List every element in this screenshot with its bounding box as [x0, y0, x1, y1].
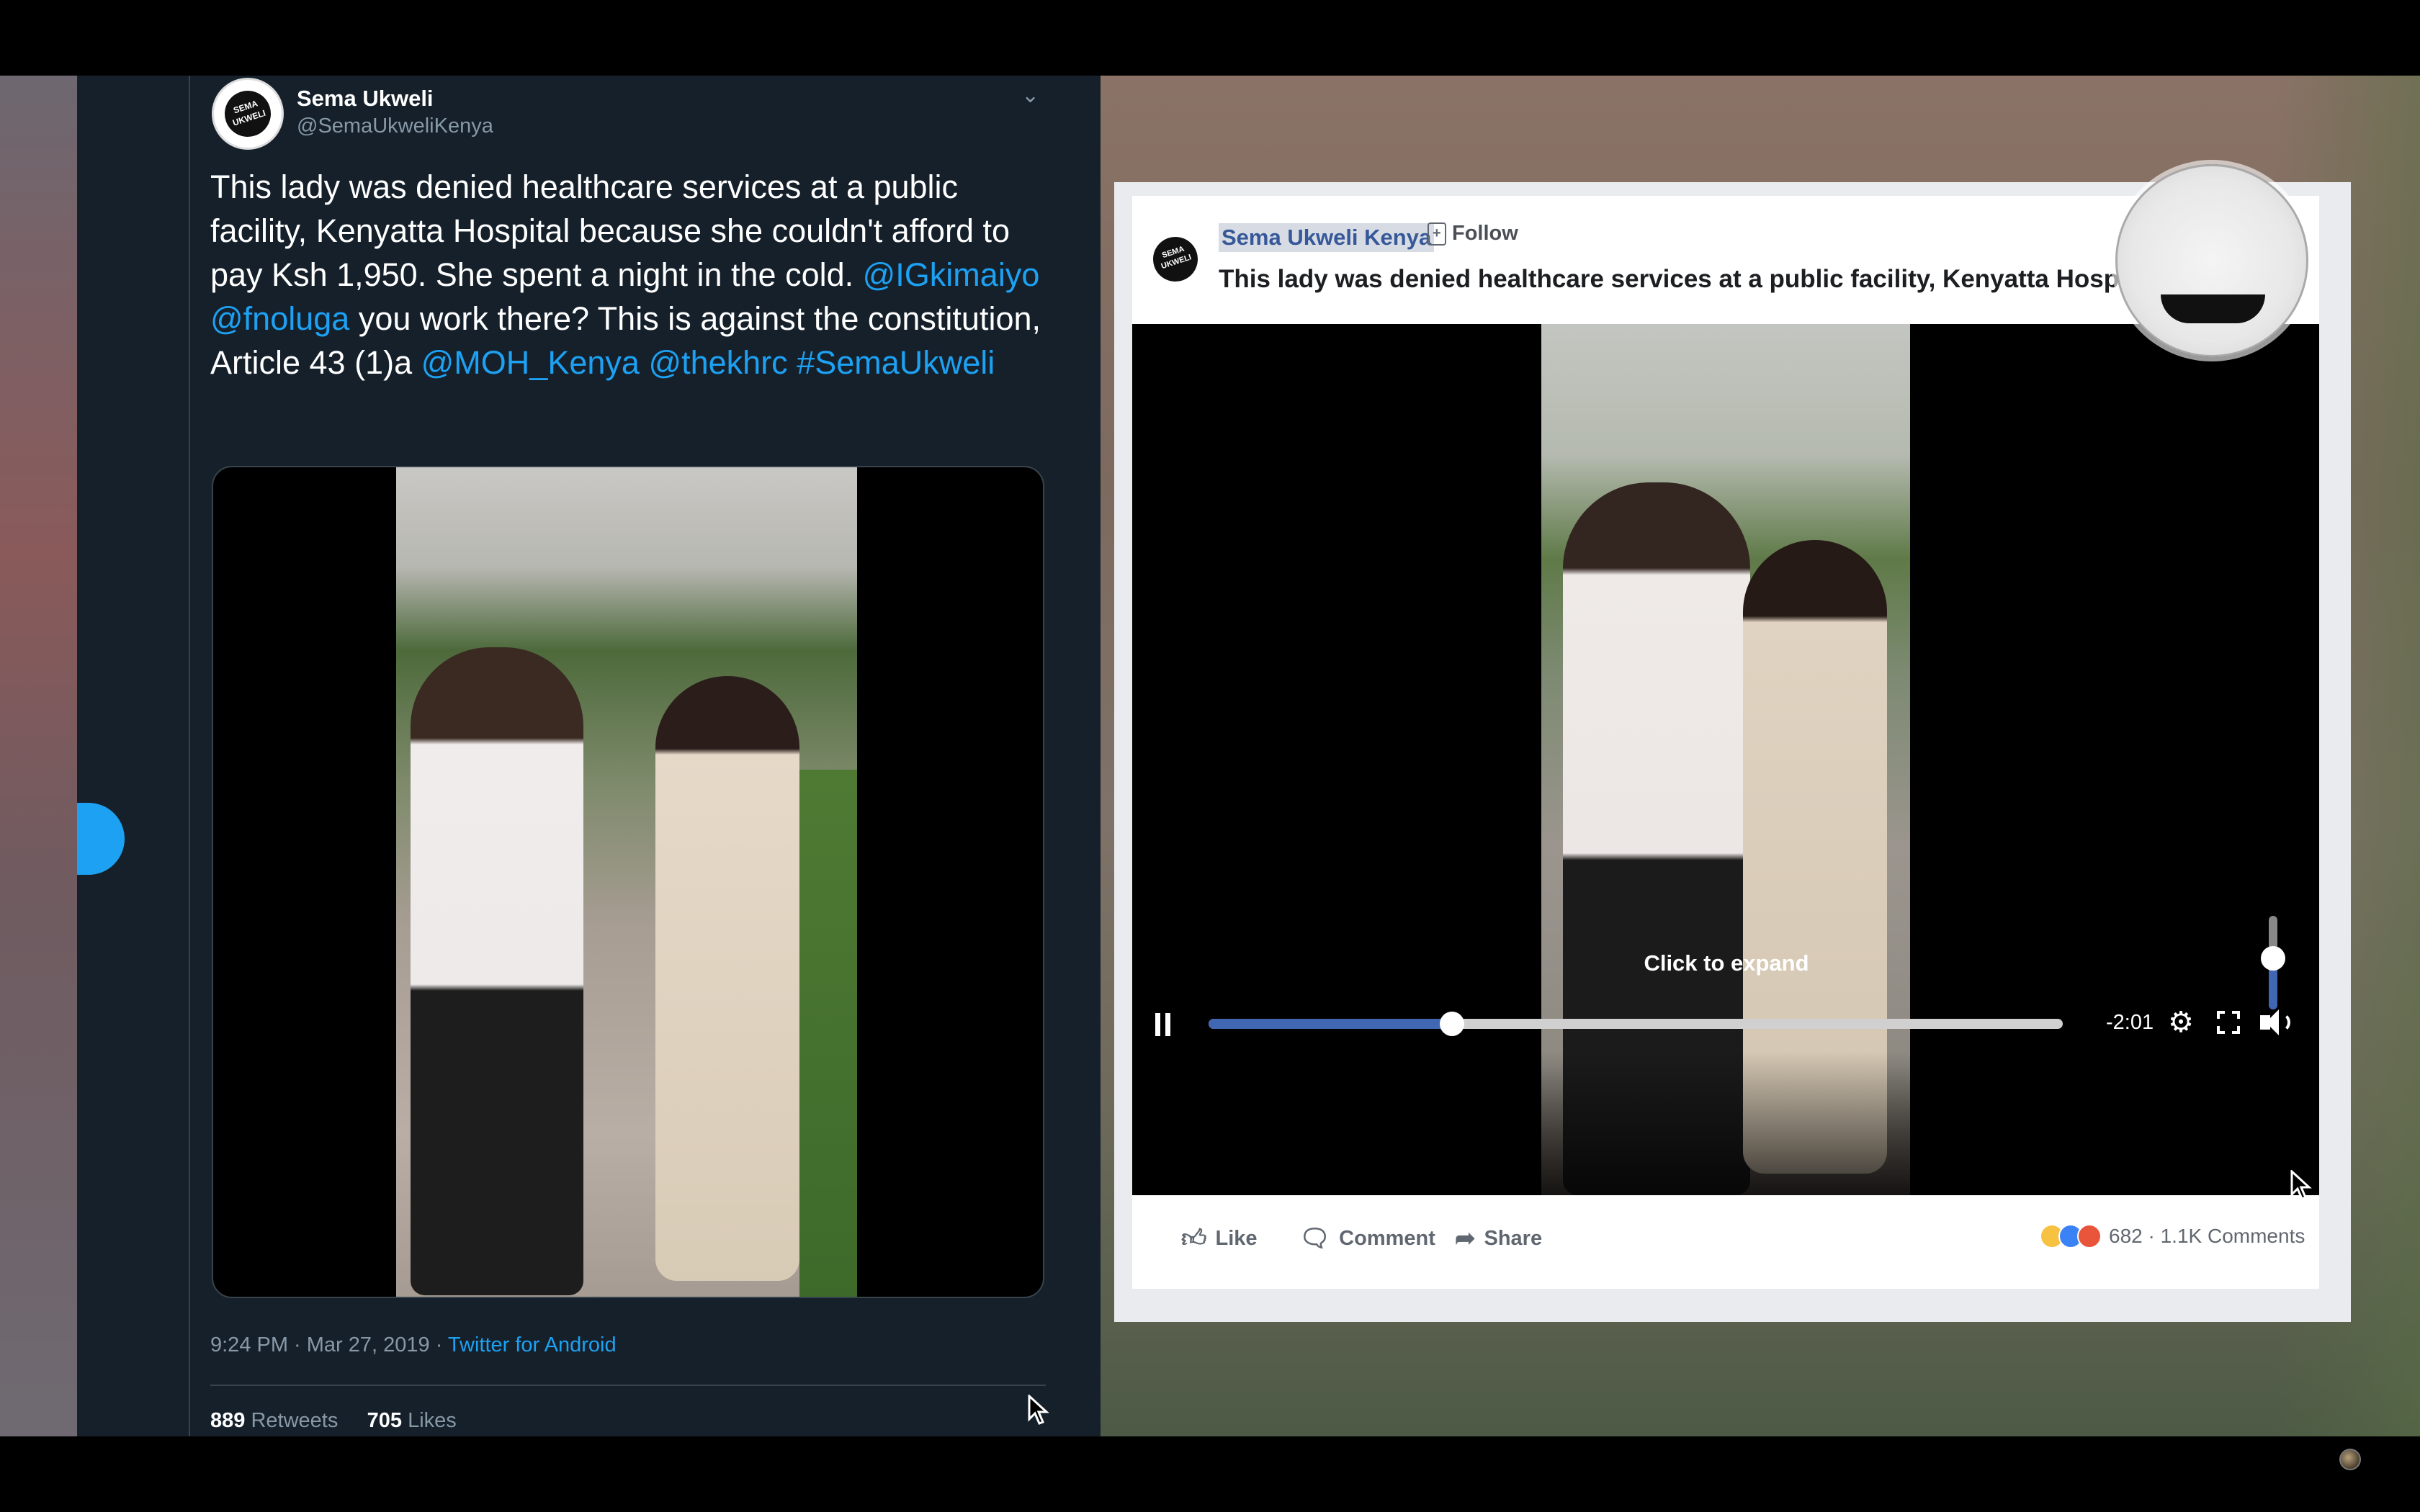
facebook-page-avatar[interactable]: SEMA UKWELI: [1147, 230, 1204, 288]
facebook-video-player[interactable]: Click to expand -2:01 ⚙: [1132, 324, 2319, 1195]
follow-icon: [1428, 222, 1446, 246]
tweet-author-avatar[interactable]: SEMA UKWELI: [212, 78, 284, 150]
follow-label: Follow: [1452, 222, 1518, 245]
retweets-stat[interactable]: 889 Retweets: [210, 1409, 338, 1432]
video-person-left: [411, 647, 583, 1295]
twitter-sidebar: [77, 76, 189, 1436]
tweet-timestamp[interactable]: 9:24 PM · Mar 27, 2019 ·: [210, 1333, 448, 1356]
video-scrubber-handle[interactable]: [1440, 1012, 1464, 1036]
tweet-author-handle[interactable]: @SemaUkweliKenya: [297, 114, 493, 138]
comment-button[interactable]: 🗨︎ Comment: [1299, 1224, 1435, 1253]
video-progress-bar[interactable]: [1209, 1012, 2063, 1036]
tweet-text: This lady was denied healthcare services…: [210, 165, 1046, 384]
chevron-down-icon[interactable]: ⌄: [1021, 83, 1039, 108]
sema-ukweli-logo: SEMA UKWELI: [218, 84, 277, 143]
volume-icon[interactable]: [2260, 1008, 2292, 1037]
tweet-mention-link[interactable]: #SemaUkweli: [797, 344, 995, 381]
bottom-letterbox-bar: [0, 1436, 2420, 1512]
tweet-mention-link[interactable]: @IGkimaiyo: [863, 256, 1040, 293]
tweet-mention-link[interactable]: @thekhrc: [648, 344, 787, 381]
tweet-video-frame: [396, 467, 857, 1297]
gear-icon[interactable]: ⚙: [2166, 1008, 2195, 1037]
fullscreen-icon[interactable]: [2217, 1011, 2240, 1034]
blurred-background-left: [0, 76, 77, 1436]
video-person-right: [655, 676, 799, 1281]
tweet-metadata: 9:24 PM · Mar 27, 2019 · Twitter for And…: [210, 1333, 617, 1357]
tweet-source-link[interactable]: Twitter for Android: [448, 1333, 617, 1356]
tweet-stats: 889 Retweets 705 Likes: [210, 1409, 457, 1433]
post-action-bar: 👍︎ Like 🗨︎ Comment ➦ Share 682 · 1.1K Co…: [1132, 1195, 2319, 1289]
video-progress-fill: [1209, 1019, 1452, 1029]
top-letterbox-bar: [0, 0, 2420, 76]
cursor-highlight-circle: [2115, 164, 2308, 357]
share-icon: ➦: [1455, 1225, 1476, 1252]
share-label: Share: [1484, 1226, 1543, 1250]
like-label: Like: [1215, 1227, 1258, 1250]
tweet-text-segment: [640, 344, 649, 381]
comment-label: Comment: [1339, 1226, 1435, 1250]
facebook-post: SEMA UKWELI Sema Ukweli Kenya · Follow T…: [1132, 164, 2319, 1289]
video-hedge: [799, 770, 857, 1297]
follow-button[interactable]: Follow: [1428, 222, 1518, 246]
tweet-text-segment: [788, 344, 797, 381]
reactions-summary[interactable]: 682 · 1.1K Comments: [2040, 1224, 2305, 1248]
video-time-remaining: -2:01: [2106, 1011, 2154, 1034]
tweet-divider: [210, 1385, 1046, 1386]
sema-ukweli-logo: SEMA UKWELI: [1147, 230, 1204, 288]
channel-watermark-icon: [2339, 1449, 2361, 1470]
reactions-count: 682 · 1.1K Comments: [2109, 1225, 2305, 1247]
comment-icon: 🗨︎: [1299, 1225, 1331, 1252]
like-button[interactable]: 👍︎ Like: [1181, 1224, 1258, 1254]
facebook-page-name-link[interactable]: Sema Ukweli Kenya: [1219, 223, 1435, 252]
tweet-detail: SEMA UKWELI Sema Ukweli @SemaUkweliKenya…: [190, 76, 1101, 1436]
volume-slider-handle[interactable]: [2261, 945, 2285, 971]
video-controls-gradient: [1132, 1051, 2319, 1195]
facebook-post-title[interactable]: This lady was denied healthcare services…: [1219, 265, 2241, 294]
tweet-video[interactable]: [212, 466, 1044, 1298]
pause-icon[interactable]: [1155, 1013, 1171, 1036]
thumbs-up-icon: 👍︎: [1181, 1225, 1207, 1252]
retweets-count: 889: [210, 1409, 246, 1432]
volume-slider[interactable]: [2261, 916, 2285, 1009]
likes-label: Likes: [402, 1409, 457, 1432]
tweet-mention-link[interactable]: @fnoluga: [210, 300, 349, 337]
click-to-expand-label[interactable]: Click to expand: [1644, 950, 1809, 976]
tweet-author-name[interactable]: Sema Ukweli: [297, 86, 434, 112]
separator-dot: ·: [1414, 222, 1421, 244]
likes-count: 705: [367, 1409, 403, 1432]
retweets-label: Retweets: [245, 1409, 339, 1432]
share-button[interactable]: ➦ Share: [1455, 1224, 1542, 1253]
likes-stat[interactable]: 705 Likes: [367, 1409, 457, 1432]
tweet-mention-link[interactable]: @MOH_Kenya: [421, 344, 640, 381]
angry-reaction-icon: [2077, 1224, 2102, 1248]
